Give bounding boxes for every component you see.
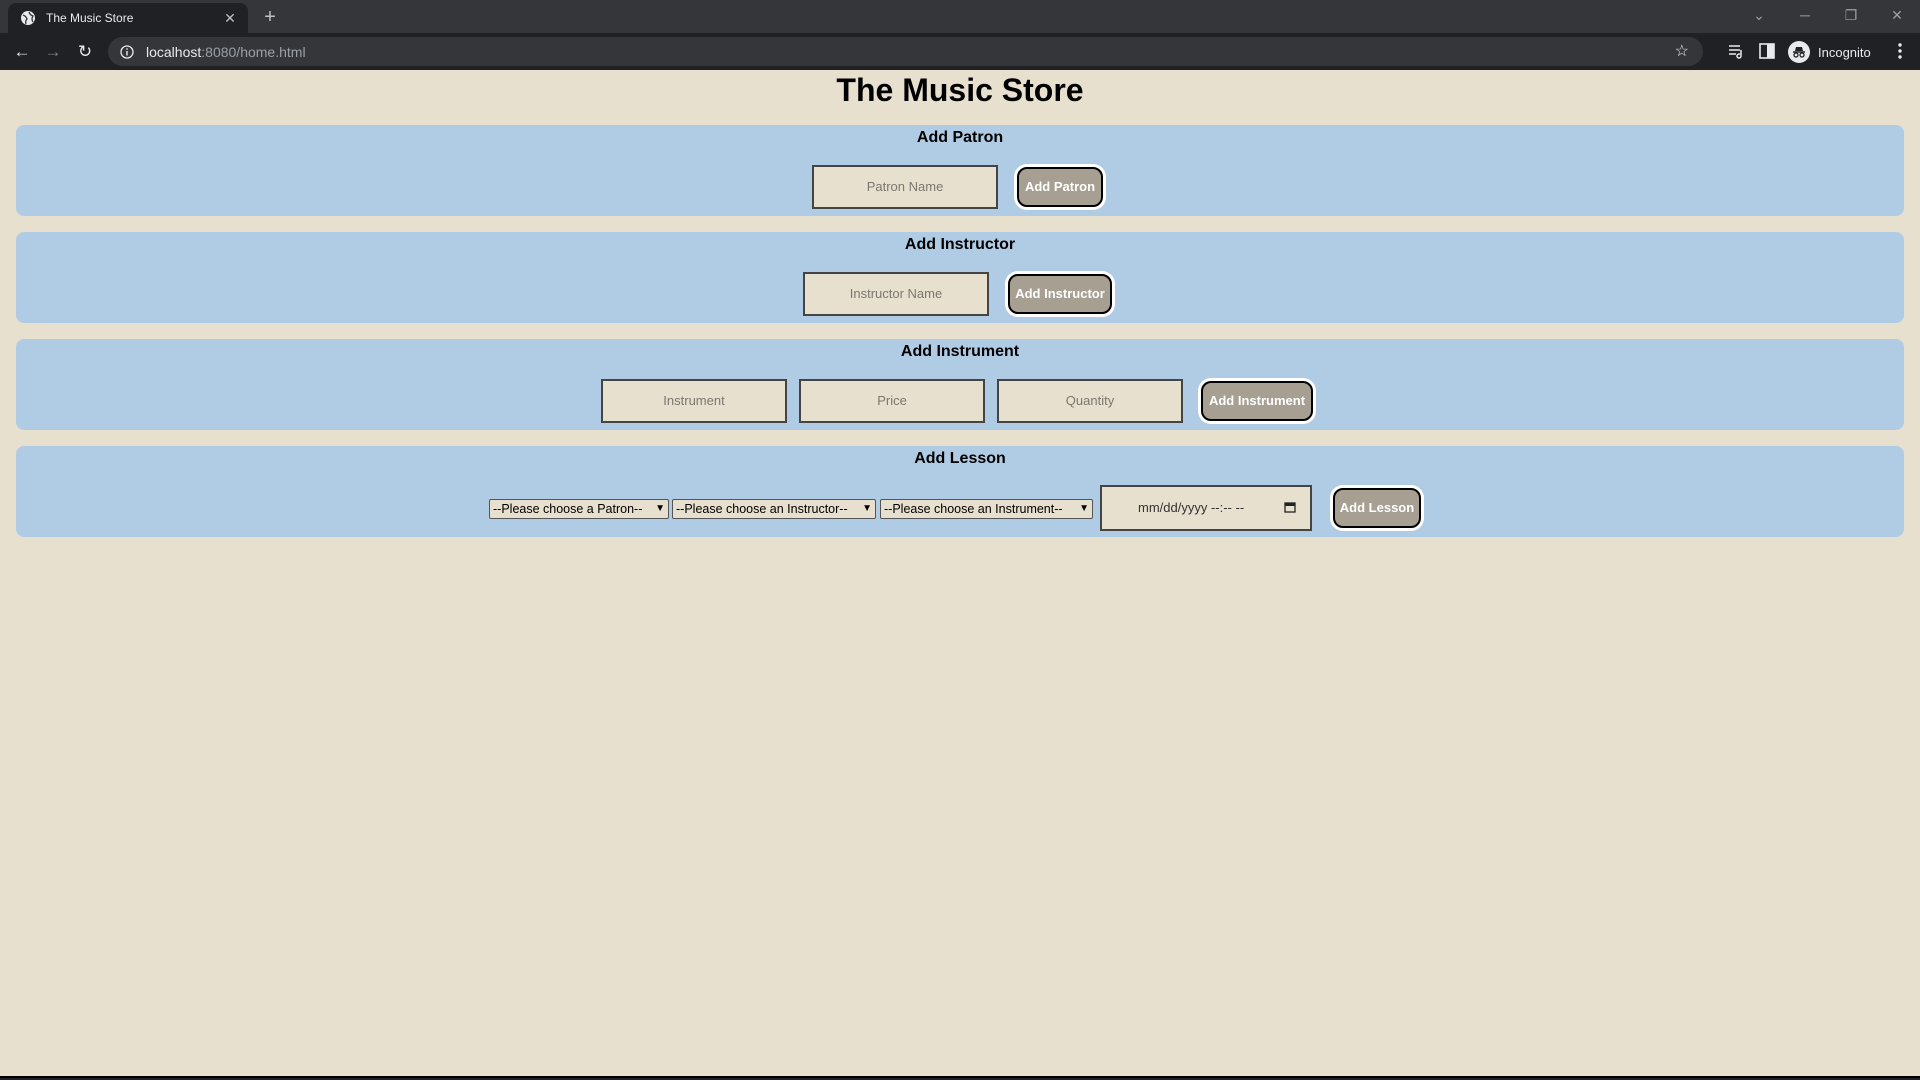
patron-select-value: --Please choose a Patron--: [493, 502, 643, 516]
add-instructor-panel: Add Instructor Instructor Name Add Instr…: [16, 232, 1904, 323]
site-info-icon[interactable]: [118, 43, 136, 61]
datetime-placeholder: mm/dd/yyyy --:-- --: [1138, 500, 1245, 515]
more-menu-icon[interactable]: [1890, 41, 1910, 61]
patron-select[interactable]: --Please choose a Patron-- ▼: [489, 499, 669, 519]
lesson-datetime-input[interactable]: mm/dd/yyyy --:-- --: [1100, 485, 1312, 531]
incognito-icon: [1788, 41, 1810, 63]
add-lesson-button[interactable]: Add Lesson: [1333, 488, 1421, 528]
bookmark-star-icon[interactable]: ☆: [1675, 41, 1689, 61]
instrument-select-value: --Please choose an Instrument--: [884, 502, 1063, 516]
address-bar[interactable]: localhost:8080/home.html ☆: [108, 37, 1703, 66]
calendar-icon[interactable]: [1284, 501, 1296, 513]
browser-tab-bar: The Music Store ✕ + ⌄ ─ ❐ ✕: [0, 0, 1920, 33]
instructor-select[interactable]: --Please choose an Instructor-- ▼: [672, 499, 876, 519]
url-host: localhost: [146, 43, 202, 60]
tab-search-icon[interactable]: ⌄: [1736, 0, 1782, 30]
instrument-select[interactable]: --Please choose an Instrument-- ▼: [880, 499, 1093, 519]
browser-tab[interactable]: The Music Store ✕: [8, 3, 248, 33]
url-text: localhost:8080/home.html: [146, 44, 306, 60]
chevron-down-icon: ▼: [1079, 503, 1089, 514]
window-close-icon[interactable]: ✕: [1874, 0, 1920, 30]
add-instructor-button[interactable]: Add Instructor: [1008, 274, 1112, 314]
reading-list-icon[interactable]: [1726, 41, 1746, 61]
add-instructor-heading: Add Instructor: [904, 236, 1016, 253]
add-instrument-button[interactable]: Add Instrument: [1201, 381, 1313, 421]
restore-icon[interactable]: ❐: [1828, 0, 1874, 30]
add-patron-button[interactable]: Add Patron: [1017, 167, 1103, 207]
add-lesson-panel: Add Lesson --Please choose a Patron-- ▼ …: [16, 446, 1904, 537]
quantity-input[interactable]: Quantity: [997, 379, 1183, 423]
chevron-down-icon: ▼: [862, 503, 872, 514]
tab-title: The Music Store: [46, 11, 134, 25]
patron-name-input[interactable]: Patron Name: [812, 165, 998, 209]
new-tab-icon[interactable]: +: [258, 5, 282, 29]
side-panel-icon[interactable]: [1757, 41, 1777, 61]
add-patron-panel: Add Patron Patron Name Add Patron: [16, 125, 1904, 216]
add-instrument-panel: Add Instrument Instrument Price Quantity…: [16, 339, 1904, 430]
browser-toolbar: ← → ↻ localhost:8080/home.html ☆ Incogni…: [0, 33, 1920, 70]
instructor-select-value: --Please choose an Instructor--: [676, 502, 848, 516]
forward-icon[interactable]: →: [40, 39, 66, 65]
add-patron-heading: Add Patron: [916, 129, 1004, 146]
page-content: The Music Store Add Patron Patron Name A…: [0, 70, 1920, 1078]
instrument-input[interactable]: Instrument: [601, 379, 787, 423]
incognito-profile-button[interactable]: Incognito: [1788, 38, 1871, 66]
add-lesson-heading: Add Lesson: [914, 450, 1006, 467]
back-icon[interactable]: ←: [9, 39, 35, 65]
close-tab-icon[interactable]: ✕: [222, 10, 238, 27]
reload-icon[interactable]: ↻: [72, 39, 98, 65]
globe-icon: [20, 10, 36, 26]
chevron-down-icon: ▼: [655, 503, 665, 514]
profile-label: Incognito: [1818, 44, 1871, 60]
price-input[interactable]: Price: [799, 379, 985, 423]
url-path: :8080/home.html: [201, 43, 306, 60]
page-title: The Music Store: [836, 72, 1084, 108]
minimize-icon[interactable]: ─: [1782, 0, 1828, 30]
instructor-name-input[interactable]: Instructor Name: [803, 272, 989, 316]
add-instrument-heading: Add Instrument: [900, 343, 1020, 360]
